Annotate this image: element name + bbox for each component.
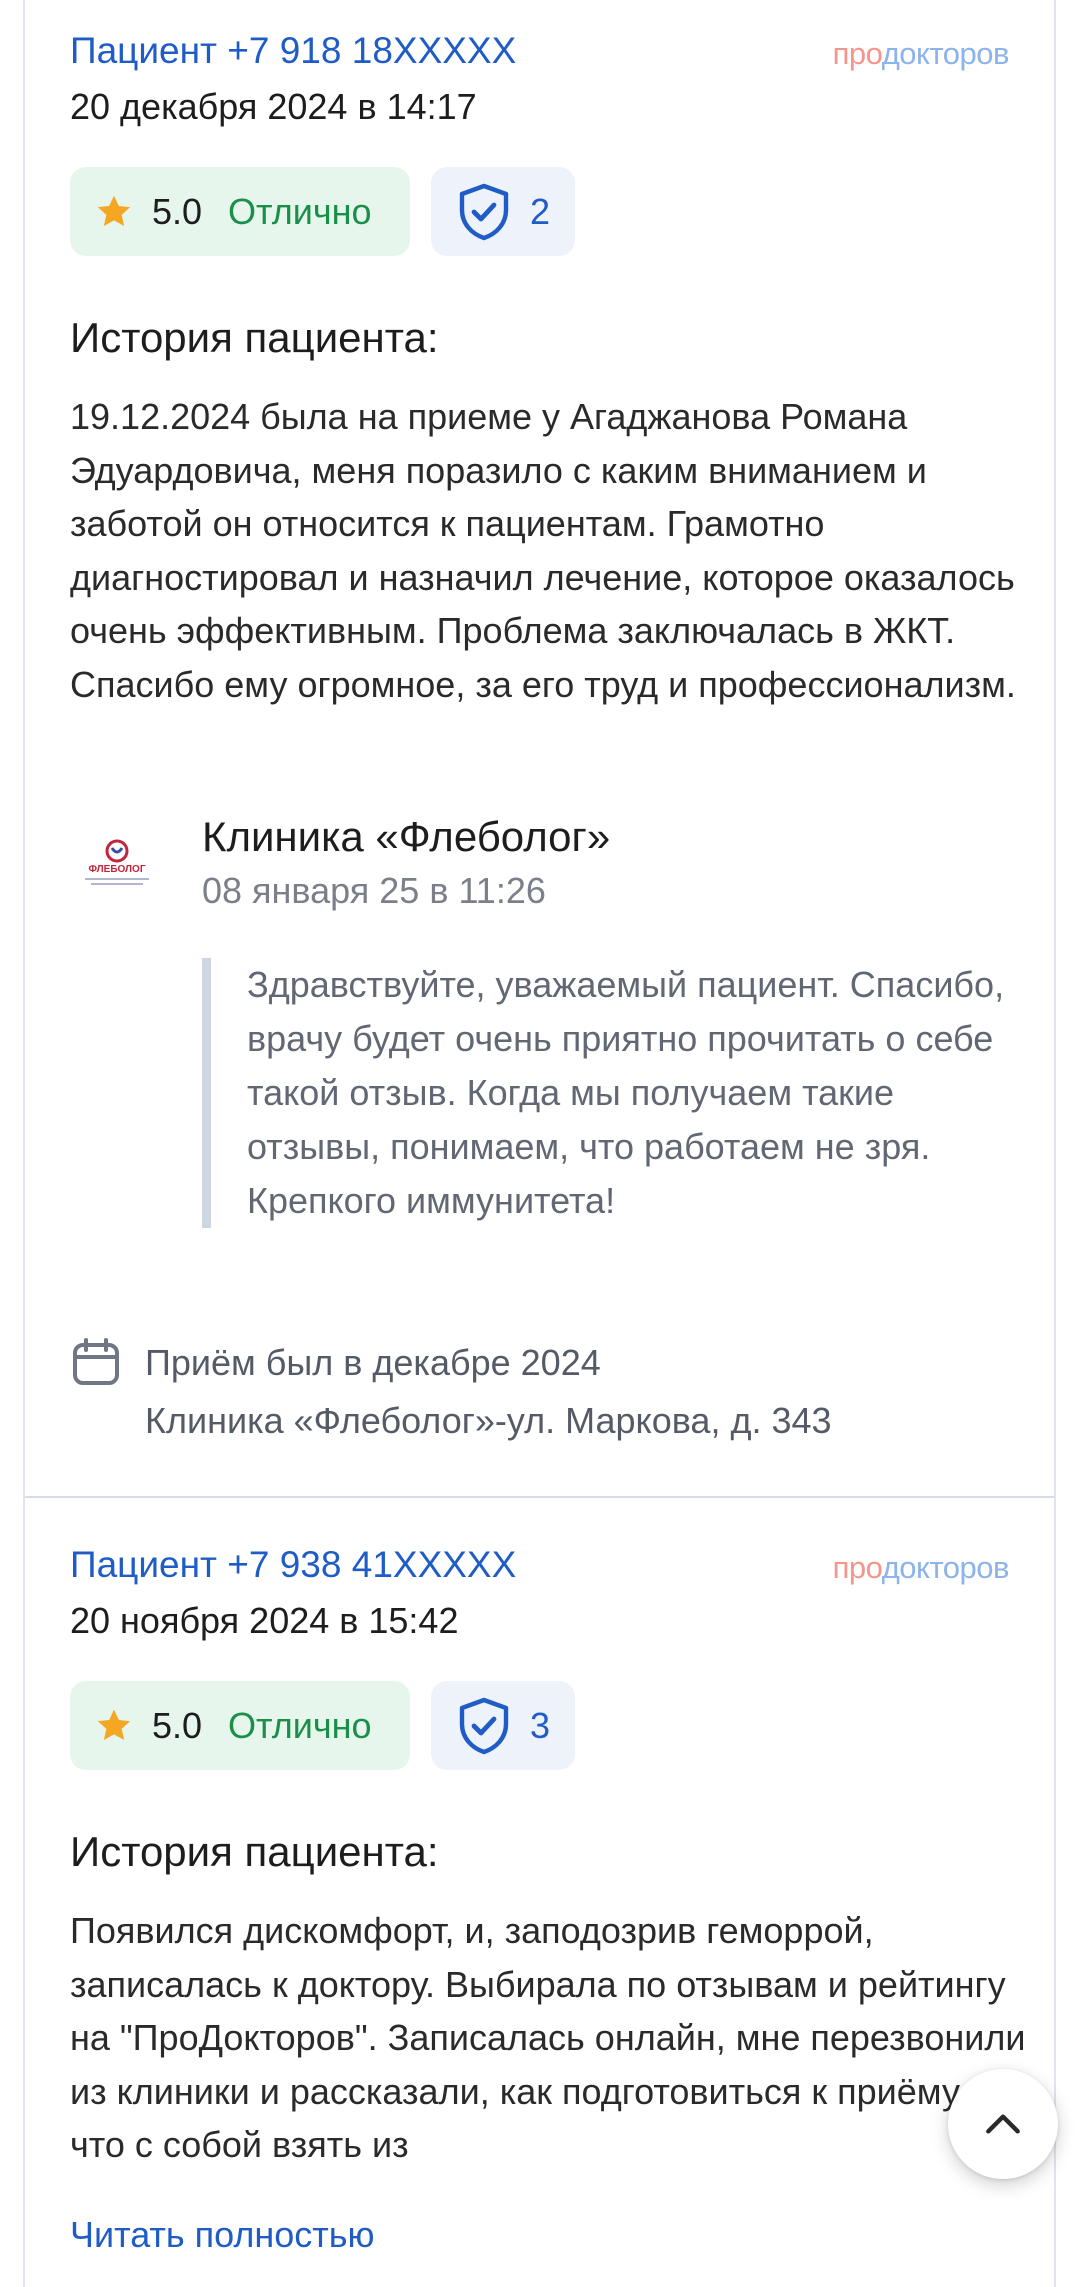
rating-badge: 5.0 Отлично [70,167,410,256]
review-date: 20 ноября 2024 в 15:42 [70,1600,459,1641]
review-author-link[interactable]: Пациент +7 938 41XXXXX [70,1544,516,1586]
star-icon [97,1709,131,1740]
read-more-link[interactable]: Читать полностью [70,2214,375,2256]
verified-badge[interactable]: 2 [431,167,575,256]
brand-pro-text: про [832,1550,883,1585]
prodoctorov-logo: продокторов [832,36,1010,72]
rating-badge: 5.0 Отлично [70,1681,410,1770]
calendar-icon [73,1338,119,1385]
shield-check-icon [459,183,509,240]
clinic-reply-text: Здравствуйте, уважаемый пациент. Спасибо… [202,958,1022,1228]
svg-text:ФЛЕБОЛОГ: ФЛЕБОЛОГ [88,864,145,875]
clinic-logo-icon: ФЛЕБОЛОГ [85,839,149,885]
scroll-to-top-button[interactable] [948,2069,1058,2179]
rating-score: 5.0 [152,1704,203,1746]
verified-count: 3 [529,1704,551,1746]
clinic-reply-date: 08 января 25 в 11:26 [202,870,546,911]
story-text: Появился дискомфорт, и, заподозрив гемор… [70,1910,1026,2165]
chevron-up-icon [986,2114,1020,2134]
rating-label: Отлично [228,190,372,232]
review-date: 20 декабря 2024 в 14:17 [70,86,477,127]
reviews-feed: Пациент +7 918 18XXXXX продокторов 20 де… [23,0,1058,2287]
star-icon [97,195,131,226]
verified-badge[interactable]: 3 [431,1681,575,1770]
brand-pro-text: про [832,36,883,71]
brand-rest-text: докторов [881,36,1010,71]
review-divider [25,1496,1054,1498]
clinic-name: Клиника «Флеболог» [202,813,611,860]
verified-count: 2 [529,190,551,232]
prodoctorov-logo: продокторов [832,1550,1010,1586]
visit-location: Клиника «Флеболог»-ул. Маркова, д. 343 [145,1400,832,1441]
review-card: Пациент +7 938 41XXXXX продокторов 20 но… [25,1514,1054,2287]
rating-label: Отлично [228,1704,372,1746]
shield-check-icon [459,1697,509,1754]
story-title: История пациента: [70,314,439,361]
review-card: Пациент +7 918 18XXXXX продокторов 20 де… [25,0,1054,1496]
review-author-link[interactable]: Пациент +7 918 18XXXXX [70,30,516,72]
story-title: История пациента: [70,1828,439,1875]
rating-score: 5.0 [152,190,203,232]
visit-date: Приём был в декабре 2024 [145,1342,601,1383]
story-text: 19.12.2024 была на приеме у Агаджанова Р… [70,396,1016,705]
brand-rest-text: докторов [881,1550,1010,1585]
